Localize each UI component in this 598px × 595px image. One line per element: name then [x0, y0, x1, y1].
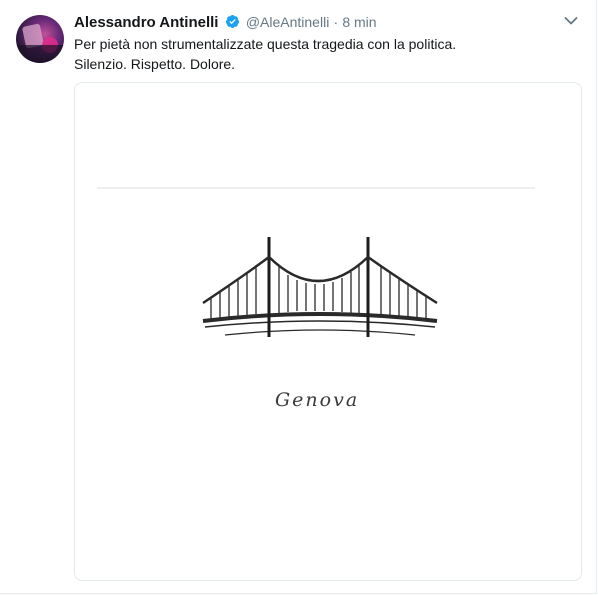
chevron-down-icon[interactable]: [564, 16, 578, 26]
media-caption: Genova: [275, 389, 360, 411]
verified-badge-icon: [225, 14, 239, 29]
bridge-illustration: [97, 187, 535, 337]
tweet-timestamp[interactable]: 8 min: [342, 14, 376, 30]
author-name[interactable]: Alessandro Antinelli: [74, 14, 218, 31]
tweet-media-image[interactable]: Genova: [74, 82, 582, 581]
tweet-text-line: Per pietà non strumentalizzate questa tr…: [74, 36, 457, 52]
tweet-text-line: Silenzio. Rispetto. Dolore.: [74, 56, 236, 72]
avatar[interactable]: [16, 15, 64, 63]
tweet-header: Alessandro Antinelli @AleAntinelli · 8 m…: [74, 13, 377, 32]
author-handle[interactable]: @AleAntinelli: [246, 14, 329, 30]
tweet[interactable]: Alessandro Antinelli @AleAntinelli · 8 m…: [0, 0, 597, 594]
tweet-text: Per pietà non strumentalizzate questa tr…: [74, 34, 574, 74]
header-separator: ·: [333, 14, 339, 30]
